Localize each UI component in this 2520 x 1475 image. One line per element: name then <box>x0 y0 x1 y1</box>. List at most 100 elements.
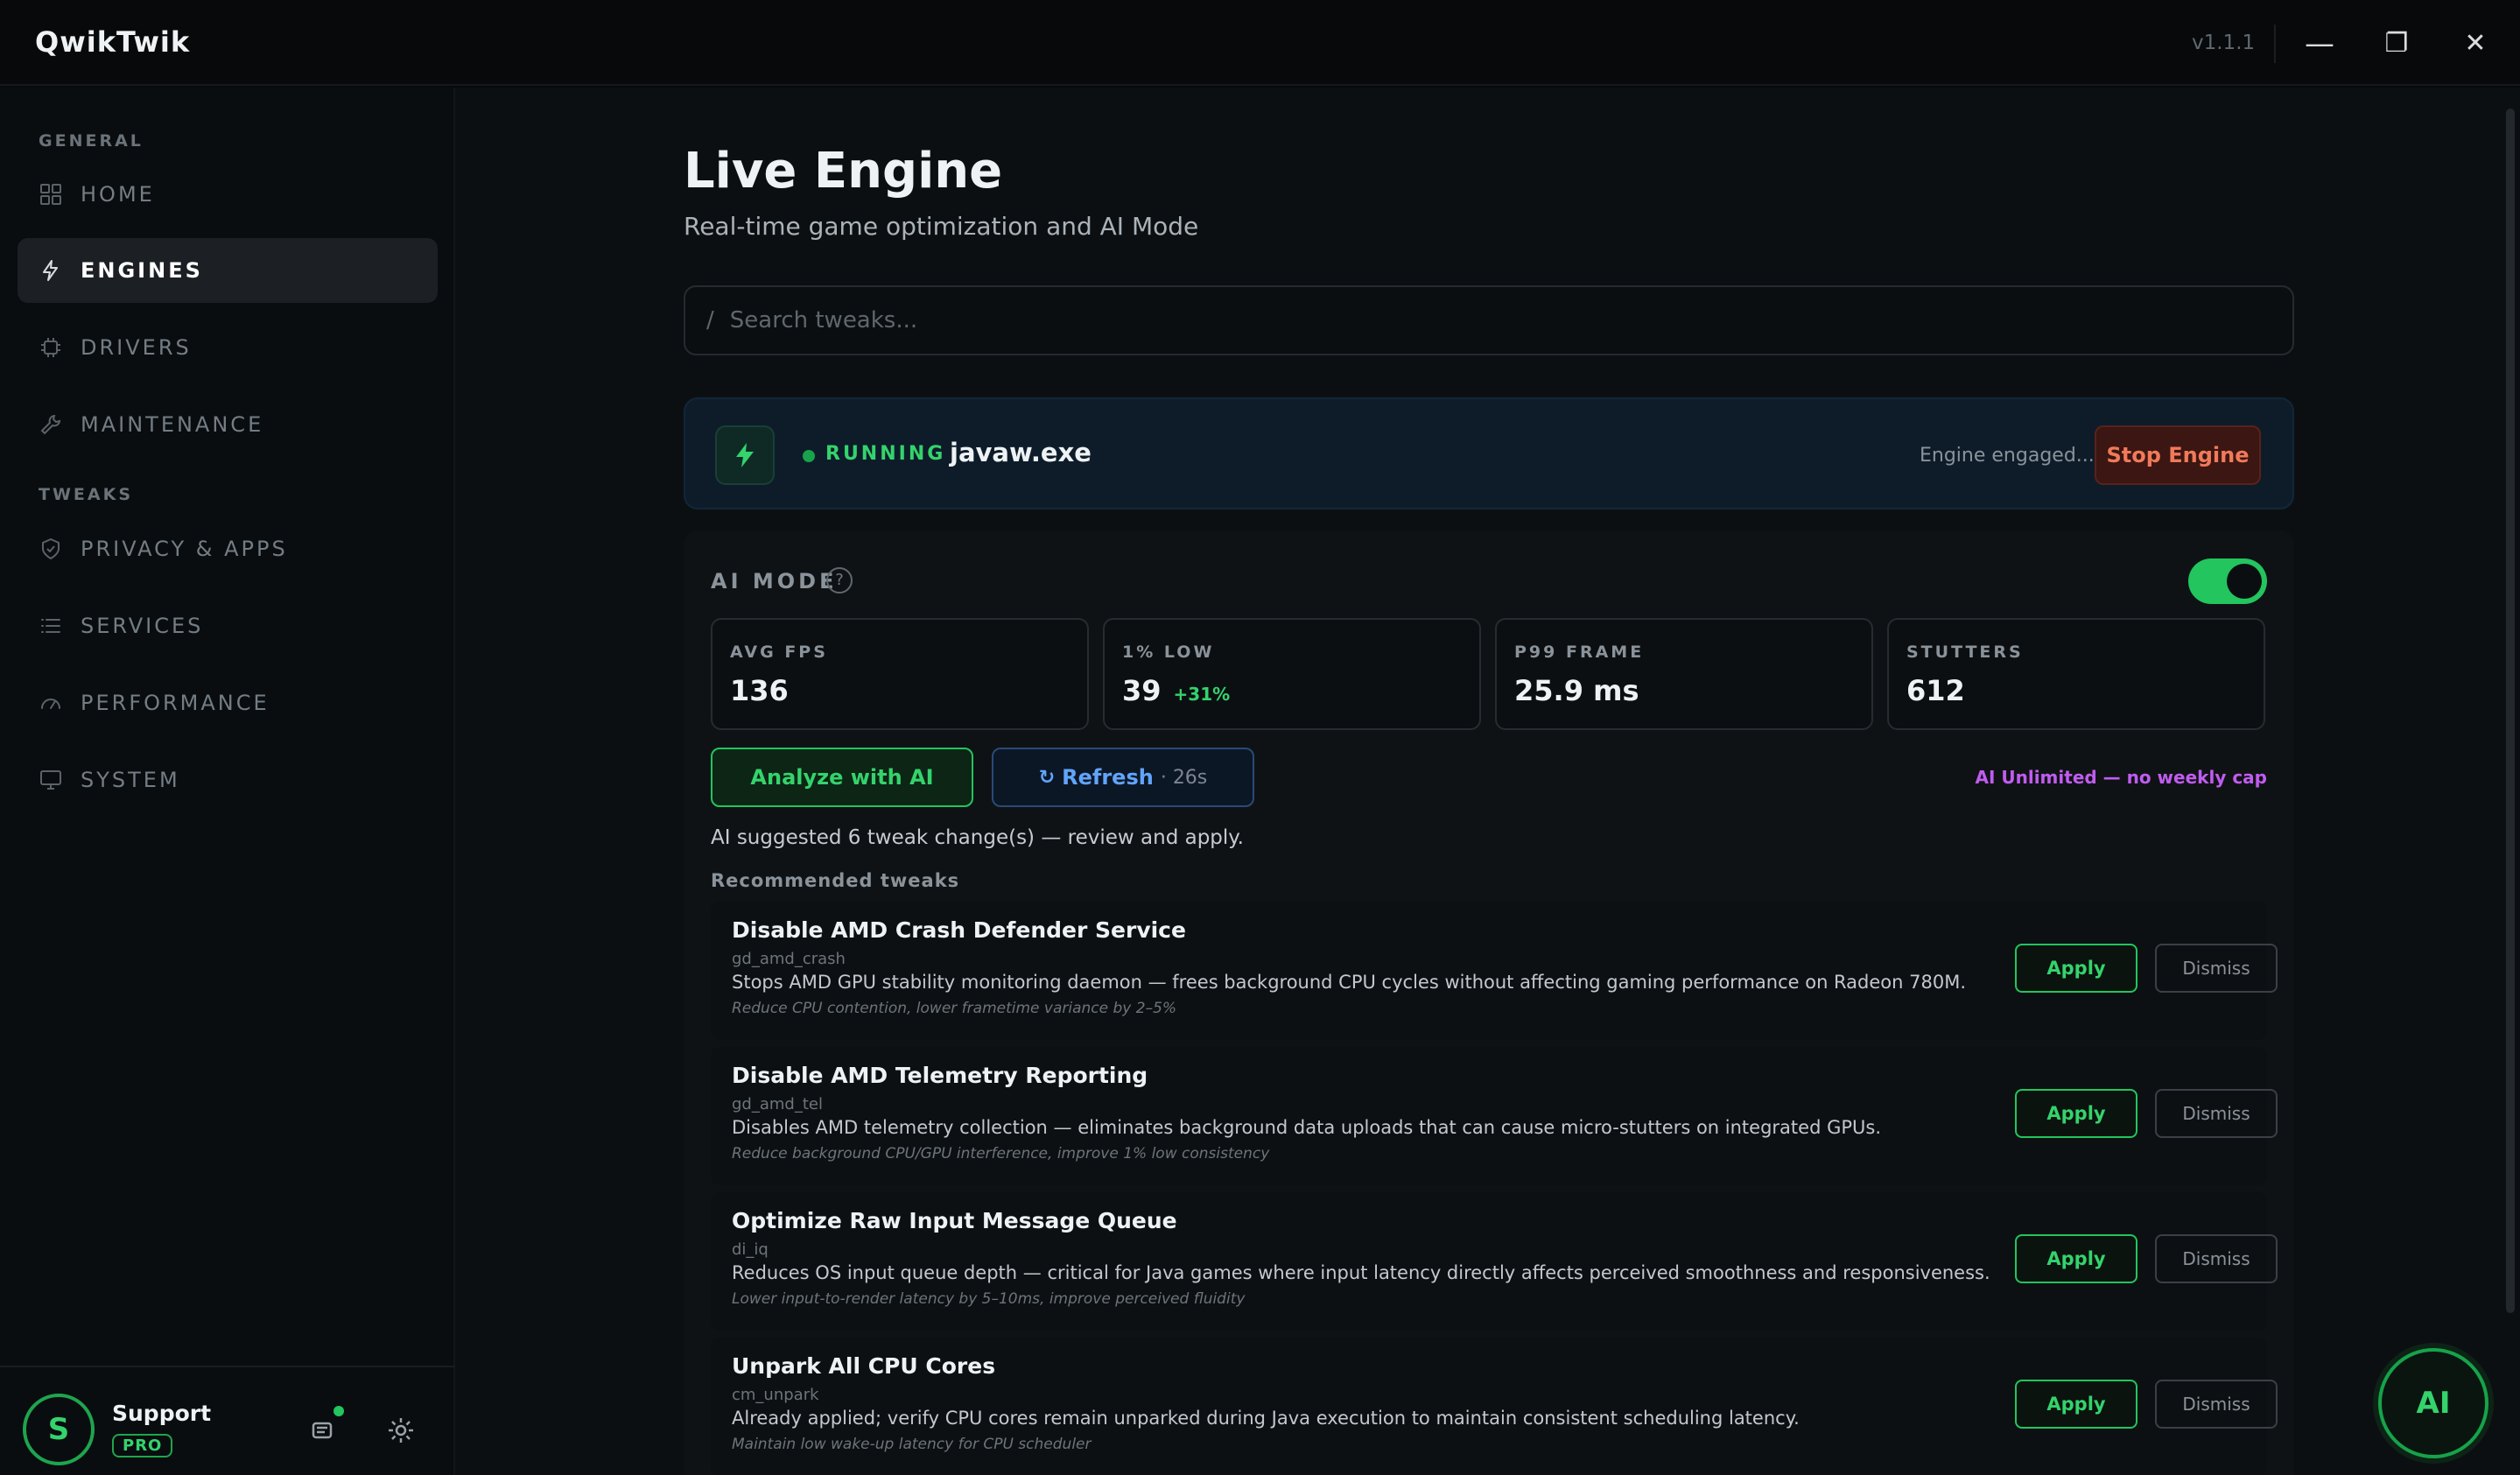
stat-card-1-low: 1% LOW 39 +31% <box>1103 618 1481 730</box>
dismiss-button[interactable]: Dismiss <box>2155 1234 2278 1283</box>
sidebar-item-drivers[interactable]: DRIVERS <box>18 315 438 380</box>
tweak-card: Optimize Raw Input Message Queue di_iq R… <box>711 1192 2278 1331</box>
minimize-button[interactable]: — <box>2293 21 2346 67</box>
sidebar-item-maintenance[interactable]: MAINTENANCE <box>18 392 438 457</box>
refresh-button[interactable]: ↻ Refresh · 26s <box>992 748 1254 807</box>
maximize-button[interactable]: ❐ <box>2370 21 2423 67</box>
apply-button[interactable]: Apply <box>2015 1234 2137 1283</box>
status-badge: RUNNING <box>825 443 946 465</box>
chat-icon[interactable] <box>306 1413 341 1448</box>
notification-dot <box>333 1406 344 1416</box>
ai-unlimited-label: AI Unlimited — no weekly cap <box>1975 767 2267 788</box>
page-title: Live Engine <box>684 143 1003 200</box>
stat-value: 136 <box>730 674 789 707</box>
titlebar-divider <box>2274 25 2276 63</box>
tweak-description: Already applied; verify CPU cores remain… <box>732 1408 1800 1429</box>
stat-card-p99-frame: P99 FRAME 25.9 ms <box>1495 618 1873 730</box>
sidebar-item-services[interactable]: SERVICES <box>18 594 438 658</box>
chip-icon <box>39 335 63 360</box>
monitor-icon <box>39 768 63 792</box>
stat-card-stutters: STUTTERS 612 <box>1887 618 2265 730</box>
apply-button[interactable]: Apply <box>2015 1380 2137 1429</box>
engine-status-bar: RUNNING javaw.exe Engine engaged... Stop… <box>684 397 2294 509</box>
stat-value: 25.9 ms <box>1514 674 1639 707</box>
sidebar-item-label: SERVICES <box>81 614 204 638</box>
ai-mode-title: AI MODE <box>711 569 838 594</box>
sidebar-item-system[interactable]: SYSTEM <box>18 748 438 812</box>
title-bar: QwikTwik v1.1.1 — ❐ ✕ <box>0 0 2520 86</box>
apply-button[interactable]: Apply <box>2015 1089 2137 1138</box>
main-content: Live Engine Real-time game optimization … <box>455 88 2520 1475</box>
tweak-card: Disable AMD Crash Defender Service gd_am… <box>711 902 2278 1040</box>
lightning-icon <box>39 258 63 283</box>
sidebar-item-engines[interactable]: ENGINES <box>18 238 438 303</box>
avatar[interactable]: S <box>23 1394 95 1465</box>
stat-card-avg-fps: AVG FPS 136 <box>711 618 1089 730</box>
list-icon <box>39 614 63 638</box>
sidebar-item-performance[interactable]: PERFORMANCE <box>18 671 438 735</box>
dismiss-button[interactable]: Dismiss <box>2155 944 2278 993</box>
sidebar-item-privacy[interactable]: PRIVACY & APPS <box>18 516 438 581</box>
tweak-benefit: Reduce CPU contention, lower frametime v… <box>732 1000 1177 1017</box>
process-name: javaw.exe <box>950 438 1092 467</box>
tweak-benefit: Reduce background CPU/GPU interference, … <box>732 1145 1270 1162</box>
tweak-card: Disable AMD Telemetry Reporting gd_amd_t… <box>711 1047 2278 1185</box>
tweak-title: Optimize Raw Input Message Queue <box>732 1208 1177 1233</box>
page-subtitle: Real-time game optimization and AI Mode <box>684 212 1199 241</box>
stat-value: 39 +31% <box>1122 674 1231 707</box>
wrench-icon <box>39 412 63 437</box>
stat-delta: +31% <box>1173 684 1231 705</box>
help-icon[interactable]: ? <box>826 567 853 594</box>
engine-message: Engine engaged... <box>1920 445 2095 467</box>
section-label-tweaks: TWEAKS <box>39 485 134 504</box>
stop-engine-button[interactable]: Stop Engine <box>2095 425 2261 485</box>
ai-mode-panel: AI MODE ? AVG FPS 136 1% LOW 39 +31% P99 … <box>684 530 2294 1475</box>
shield-icon <box>39 537 63 561</box>
sidebar: GENERAL HOME ENGINES DRIVERS MAINTENANCE <box>0 88 455 1475</box>
refresh-icon: ↻ <box>1038 766 1056 789</box>
tweak-description: Disables AMD telemetry collection — elim… <box>732 1117 1882 1138</box>
refresh-label: Refresh <box>1062 765 1154 790</box>
apply-button[interactable]: Apply <box>2015 944 2137 993</box>
dismiss-button[interactable]: Dismiss <box>2155 1380 2278 1429</box>
sidebar-item-label: DRIVERS <box>81 335 192 360</box>
pro-badge: PRO <box>112 1434 173 1457</box>
app-name: QwikTwik <box>35 25 191 59</box>
tweak-benefit: Maintain low wake-up latency for CPU sch… <box>732 1436 1092 1453</box>
dismiss-button[interactable]: Dismiss <box>2155 1089 2278 1138</box>
search-placeholder: Search tweaks... <box>729 307 918 334</box>
stat-label: STUTTERS <box>1906 643 2024 662</box>
gauge-icon <box>39 691 63 715</box>
tweak-id: gd_amd_crash <box>732 950 846 968</box>
tweak-id: gd_amd_tel <box>732 1095 823 1113</box>
sidebar-item-label: SYSTEM <box>81 768 180 792</box>
sidebar-item-label: MAINTENANCE <box>81 412 264 437</box>
tweak-id: cm_unpark <box>732 1386 819 1404</box>
analyze-with-ai-button[interactable]: Analyze with AI <box>711 748 973 807</box>
close-button[interactable]: ✕ <box>2449 21 2502 67</box>
user-panel: S Support PRO <box>0 1366 455 1475</box>
ai-mode-toggle[interactable] <box>2188 558 2267 604</box>
ai-assistant-button[interactable]: AI <box>2378 1348 2488 1458</box>
sidebar-item-label: PRIVACY & APPS <box>81 537 288 561</box>
sidebar-item-home[interactable]: HOME <box>18 162 438 227</box>
tweak-description: Stops AMD GPU stability monitoring daemo… <box>732 972 1967 993</box>
status-dot <box>803 450 815 462</box>
version-label: v1.1.1 <box>2192 32 2256 54</box>
refresh-countdown: · 26s <box>1160 766 1208 789</box>
toggle-knob <box>2227 564 2262 599</box>
tweak-benefit: Lower input-to-render latency by 5–10ms,… <box>732 1290 1246 1308</box>
search-slash-icon: / <box>706 307 714 334</box>
tweak-title: Disable AMD Telemetry Reporting <box>732 1063 1148 1088</box>
ai-suggested-text: AI suggested 6 tweak change(s) — review … <box>711 826 1244 849</box>
search-input[interactable]: / Search tweaks... <box>684 285 2294 355</box>
tweak-description: Reduces OS input queue depth — critical … <box>732 1262 1990 1283</box>
scrollbar[interactable] <box>2506 109 2515 1313</box>
sidebar-item-label: HOME <box>81 182 155 207</box>
recommended-tweaks-label: Recommended tweaks <box>711 870 960 891</box>
stat-value: 612 <box>1906 674 1965 707</box>
tweak-id: di_iq <box>732 1240 769 1259</box>
stat-label: AVG FPS <box>730 643 828 662</box>
stat-label: P99 FRAME <box>1514 643 1645 662</box>
gear-icon[interactable] <box>383 1413 418 1448</box>
